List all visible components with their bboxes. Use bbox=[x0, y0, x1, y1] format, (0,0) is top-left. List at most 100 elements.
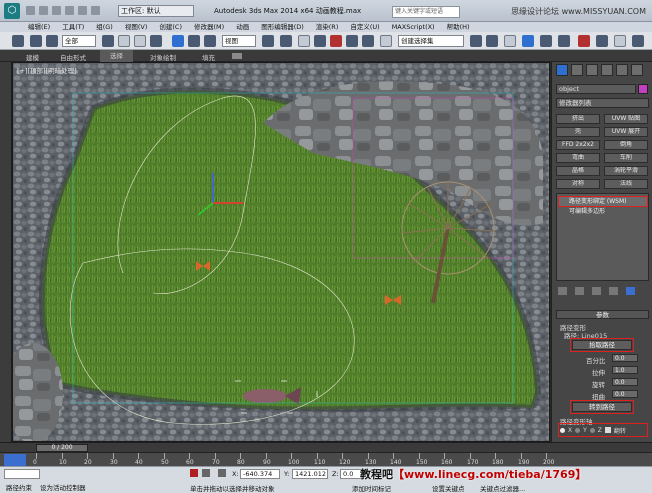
stretch-spinner[interactable]: 1.0 bbox=[612, 366, 638, 374]
link-icon[interactable] bbox=[30, 35, 42, 47]
modifier-bevel-button[interactable]: 倒角 bbox=[604, 140, 648, 150]
rect-selection-icon[interactable] bbox=[134, 35, 146, 47]
undo-toolbar-icon[interactable] bbox=[12, 35, 24, 47]
named-selection-dropdown[interactable]: 创建选择集 bbox=[398, 35, 464, 47]
create-tab-icon[interactable] bbox=[556, 64, 568, 76]
x-coordinate-field[interactable]: -640.374 bbox=[240, 469, 280, 479]
menu-customize[interactable]: 自定义(U) bbox=[344, 22, 385, 32]
select-object-icon[interactable] bbox=[102, 35, 114, 47]
modifier-unwrap-uvw-button[interactable]: UVW 展开 bbox=[604, 127, 648, 137]
render-setup-icon[interactable] bbox=[596, 35, 608, 47]
snap-toggle-icon[interactable] bbox=[314, 35, 326, 47]
motion-tab-icon[interactable] bbox=[601, 64, 613, 76]
make-unique-icon[interactable] bbox=[592, 287, 601, 295]
percent-spinner[interactable]: 0.0 bbox=[612, 354, 638, 362]
add-time-tag[interactable]: 添加时间标记 bbox=[352, 483, 391, 493]
menu-animation[interactable]: 动画 bbox=[230, 22, 255, 32]
isolate-icon[interactable] bbox=[190, 469, 198, 477]
modifier-normal-button[interactable]: 法线 bbox=[604, 179, 648, 189]
percent-snap-icon[interactable] bbox=[346, 35, 358, 47]
manipulate-icon[interactable] bbox=[280, 35, 292, 47]
configure-sets-icon[interactable] bbox=[626, 287, 635, 295]
utilities-tab-icon[interactable] bbox=[631, 64, 643, 76]
mirror-icon[interactable] bbox=[470, 35, 482, 47]
z-coordinate-field[interactable]: 0.0 bbox=[340, 469, 362, 479]
modifier-lathe-button[interactable]: 车削 bbox=[604, 153, 648, 163]
align-icon[interactable] bbox=[486, 35, 498, 47]
modifier-extrude-button[interactable]: 挤出 bbox=[556, 114, 600, 124]
ribbon-options-icon[interactable] bbox=[232, 53, 242, 59]
twist-spinner[interactable]: 0.0 bbox=[612, 390, 638, 398]
display-tab-icon[interactable] bbox=[616, 64, 628, 76]
angle-snap-icon[interactable] bbox=[330, 35, 342, 47]
edit-named-selection-icon[interactable] bbox=[380, 35, 392, 47]
menu-help[interactable]: 帮助(H) bbox=[441, 22, 476, 32]
menu-maxscript[interactable]: MAXScript(X) bbox=[386, 22, 441, 32]
open-file-icon[interactable] bbox=[39, 6, 48, 15]
set-key-button[interactable]: 设置关键点 bbox=[432, 483, 465, 493]
menu-views[interactable]: 视图(V) bbox=[119, 22, 154, 32]
menu-rendering[interactable]: 渲染(R) bbox=[310, 22, 345, 32]
y-coordinate-field[interactable]: 1421.012 bbox=[292, 469, 328, 479]
pin-stack-icon[interactable] bbox=[558, 287, 567, 295]
rotation-spinner[interactable]: 0.0 bbox=[612, 378, 638, 386]
project-folder-icon[interactable] bbox=[91, 6, 100, 15]
modifier-list-dropdown[interactable]: 修改器列表 bbox=[556, 98, 649, 108]
modifier-shell-button[interactable]: 壳 bbox=[556, 127, 600, 137]
reference-coord-dropdown[interactable]: 视图 bbox=[222, 35, 256, 47]
graphite-toolbar-icon[interactable] bbox=[522, 35, 534, 47]
menu-create[interactable]: 创建(C) bbox=[153, 22, 188, 32]
select-by-name-icon[interactable] bbox=[118, 35, 130, 47]
track-bar[interactable]: 0 10 20 30 40 50 60 70 80 90 100 110 120 130 140 150 160… bbox=[0, 452, 652, 466]
stack-item-editable-poly[interactable]: 可编辑多边形 bbox=[559, 207, 647, 216]
show-end-result-icon[interactable] bbox=[575, 287, 584, 295]
menu-group[interactable]: 组(G) bbox=[90, 22, 119, 32]
modifier-turbosmooth-button[interactable]: 涡轮平滑 bbox=[604, 166, 648, 176]
modifier-uvw-map-button[interactable]: UVW 贴图 bbox=[604, 114, 648, 124]
tab-modeling[interactable]: 建模 bbox=[26, 52, 39, 62]
object-name-field[interactable]: object bbox=[556, 84, 636, 94]
save-file-icon[interactable] bbox=[52, 6, 61, 15]
window-crossing-icon[interactable] bbox=[150, 35, 162, 47]
rendered-frame-window-icon[interactable] bbox=[614, 35, 626, 47]
redo-icon[interactable] bbox=[78, 6, 87, 15]
select-scale-icon[interactable] bbox=[204, 35, 216, 47]
tab-freeform[interactable]: 自由形式 bbox=[60, 52, 86, 62]
spinner-snap-icon[interactable] bbox=[362, 35, 374, 47]
menu-graph-editors[interactable]: 图形编辑器(D) bbox=[255, 22, 310, 32]
pivot-center-icon[interactable] bbox=[262, 35, 274, 47]
app-logo-icon[interactable]: ⬡ bbox=[4, 3, 20, 19]
tab-object-paint[interactable]: 对象绘制 bbox=[150, 52, 176, 62]
hierarchy-tab-icon[interactable] bbox=[586, 64, 598, 76]
menu-edit[interactable]: 编辑(E) bbox=[22, 22, 56, 32]
key-filters-button[interactable]: 关键点过滤器... bbox=[480, 483, 525, 493]
selection-filter-dropdown[interactable]: 全部 bbox=[62, 35, 96, 47]
viewport-label[interactable]: [+][顶部][明暗处理] bbox=[17, 65, 77, 75]
select-rotate-icon[interactable] bbox=[188, 35, 200, 47]
lock-selection-icon[interactable] bbox=[202, 469, 210, 477]
undo-icon[interactable] bbox=[65, 6, 74, 15]
menu-tools[interactable]: 工具(T) bbox=[56, 22, 90, 32]
menu-modifiers[interactable]: 修改器(M) bbox=[188, 22, 230, 32]
keyboard-shortcut-icon[interactable] bbox=[298, 35, 310, 47]
render-production-icon[interactable] bbox=[632, 35, 644, 47]
workspace-dropdown[interactable]: 工作区: 默认 bbox=[118, 5, 194, 17]
remove-modifier-icon[interactable] bbox=[609, 287, 618, 295]
object-color-swatch[interactable] bbox=[638, 84, 648, 94]
unlink-icon[interactable] bbox=[46, 35, 58, 47]
new-file-icon[interactable] bbox=[26, 6, 35, 15]
material-editor-icon[interactable] bbox=[578, 35, 590, 47]
modifier-lattice-button[interactable]: 晶格 bbox=[556, 166, 600, 176]
maxscript-listener-field[interactable] bbox=[4, 469, 40, 479]
tab-selection[interactable]: 选择 bbox=[100, 50, 133, 62]
absolute-mode-icon[interactable] bbox=[218, 469, 226, 477]
trackbar-key-icon[interactable] bbox=[4, 454, 26, 466]
search-input[interactable]: 键入关键字或短语 bbox=[392, 6, 460, 18]
stack-item-path-deform[interactable]: 路径变形绑定 (WSM) bbox=[558, 196, 648, 207]
time-slider[interactable]: 0 / 200 bbox=[36, 444, 88, 452]
curve-editor-icon[interactable] bbox=[540, 35, 552, 47]
modifier-ffd-button[interactable]: FFD 2x2x2 bbox=[556, 140, 600, 150]
select-move-icon[interactable] bbox=[172, 35, 184, 47]
modifier-bend-button[interactable]: 弯曲 bbox=[556, 153, 600, 163]
modify-tab-icon[interactable] bbox=[571, 64, 583, 76]
